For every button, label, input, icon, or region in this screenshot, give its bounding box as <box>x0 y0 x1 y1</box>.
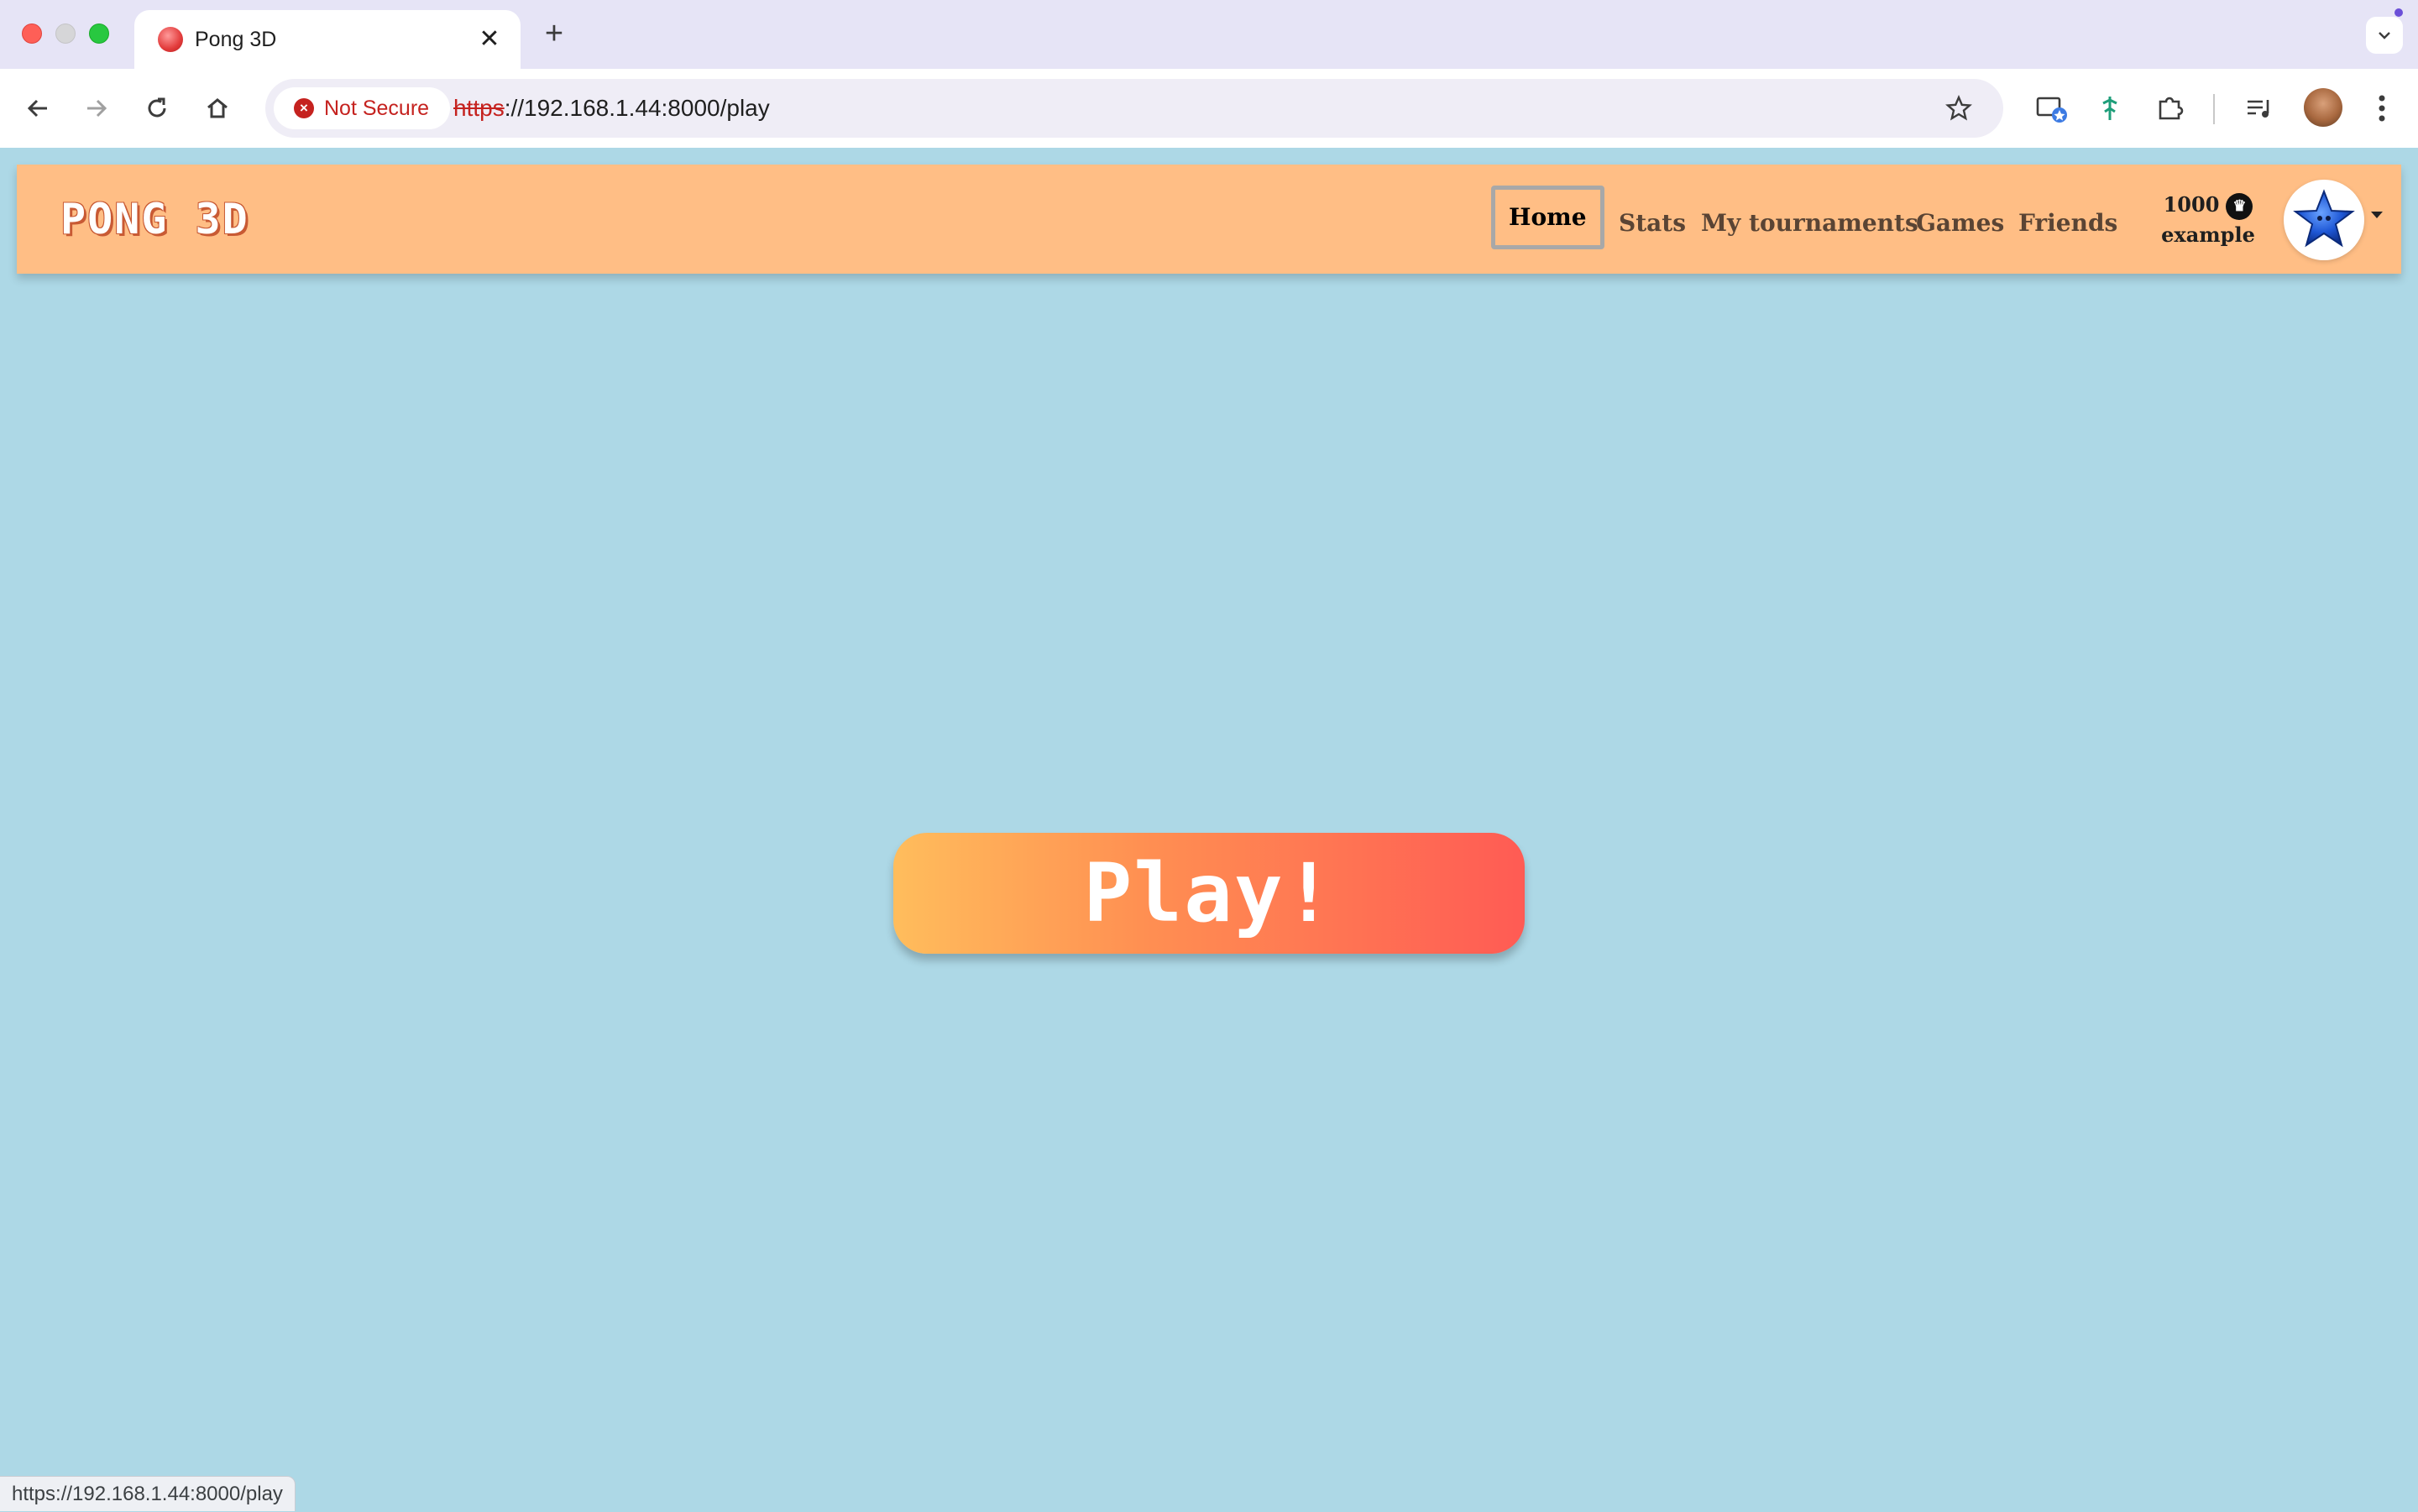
username: example <box>2161 222 2255 247</box>
security-label: Not Secure <box>324 97 430 120</box>
nav-link-my-tournaments[interactable]: My tournaments <box>1701 198 1918 249</box>
cast-icon[interactable] <box>2030 87 2072 129</box>
browser-profile-avatar[interactable] <box>2304 88 2342 127</box>
forward-icon[interactable] <box>76 87 118 129</box>
kebab-menu-icon[interactable] <box>2361 87 2403 129</box>
back-icon[interactable] <box>17 87 59 129</box>
play-button[interactable]: Play! <box>893 833 1525 954</box>
media-controls-icon[interactable] <box>2238 87 2280 129</box>
elo-value: 1000 <box>2163 192 2220 217</box>
url-scheme: https <box>453 95 505 121</box>
close-window-button[interactable] <box>22 24 42 44</box>
url-text[interactable]: https://192.168.1.44:8000/play <box>453 79 770 138</box>
app-navbar: PONG 3D Home Stats My tournaments Games … <box>17 165 2401 274</box>
url-rest: ://192.168.1.44:8000/play <box>504 95 770 121</box>
nav-link-games[interactable]: Games <box>1916 198 2004 249</box>
trophy-icon: ♛ <box>2226 192 2253 220</box>
not-secure-icon: × <box>294 98 314 118</box>
status-link-preview: https://192.168.1.44:8000/play <box>0 1476 296 1511</box>
notification-dot <box>2394 8 2403 17</box>
address-bar[interactable]: × Not Secure https://192.168.1.44:8000/p… <box>265 79 2003 138</box>
chevron-down-icon <box>2379 32 2390 39</box>
nav-link-friends[interactable]: Friends <box>2018 198 2117 249</box>
new-tab-button[interactable]: + <box>537 17 571 50</box>
extension-pin-icon[interactable] <box>2089 87 2131 129</box>
tab-list-button[interactable] <box>2366 17 2403 54</box>
extensions-icon[interactable] <box>2149 87 2191 129</box>
avatar-dropdown-caret-icon[interactable] <box>2371 212 2383 218</box>
tab-favicon-icon <box>158 27 183 52</box>
home-icon[interactable] <box>196 87 238 129</box>
star-avatar-icon <box>2293 189 2355 248</box>
user-rating: 1000 ♛ example <box>2149 190 2267 250</box>
minimize-window-button[interactable] <box>55 24 76 44</box>
tab-title: Pong 3D <box>195 28 277 51</box>
browser-tab-bar: Pong 3D ✕ + <box>0 0 2418 69</box>
toolbar-divider <box>2213 94 2215 124</box>
reload-icon[interactable] <box>136 87 178 129</box>
maximize-window-button[interactable] <box>89 24 109 44</box>
security-chip[interactable]: × Not Secure <box>274 87 450 129</box>
browser-toolbar: × Not Secure https://192.168.1.44:8000/p… <box>0 69 2418 148</box>
brand-logo[interactable]: PONG 3D <box>60 165 249 274</box>
tab-close-icon[interactable]: ✕ <box>475 25 504 54</box>
bookmark-star-icon[interactable] <box>1939 89 1978 128</box>
user-avatar[interactable] <box>2284 180 2364 260</box>
nav-link-stats[interactable]: Stats <box>1619 198 1686 249</box>
browser-tab[interactable]: Pong 3D ✕ <box>134 10 521 69</box>
nav-link-home[interactable]: Home <box>1491 186 1604 249</box>
